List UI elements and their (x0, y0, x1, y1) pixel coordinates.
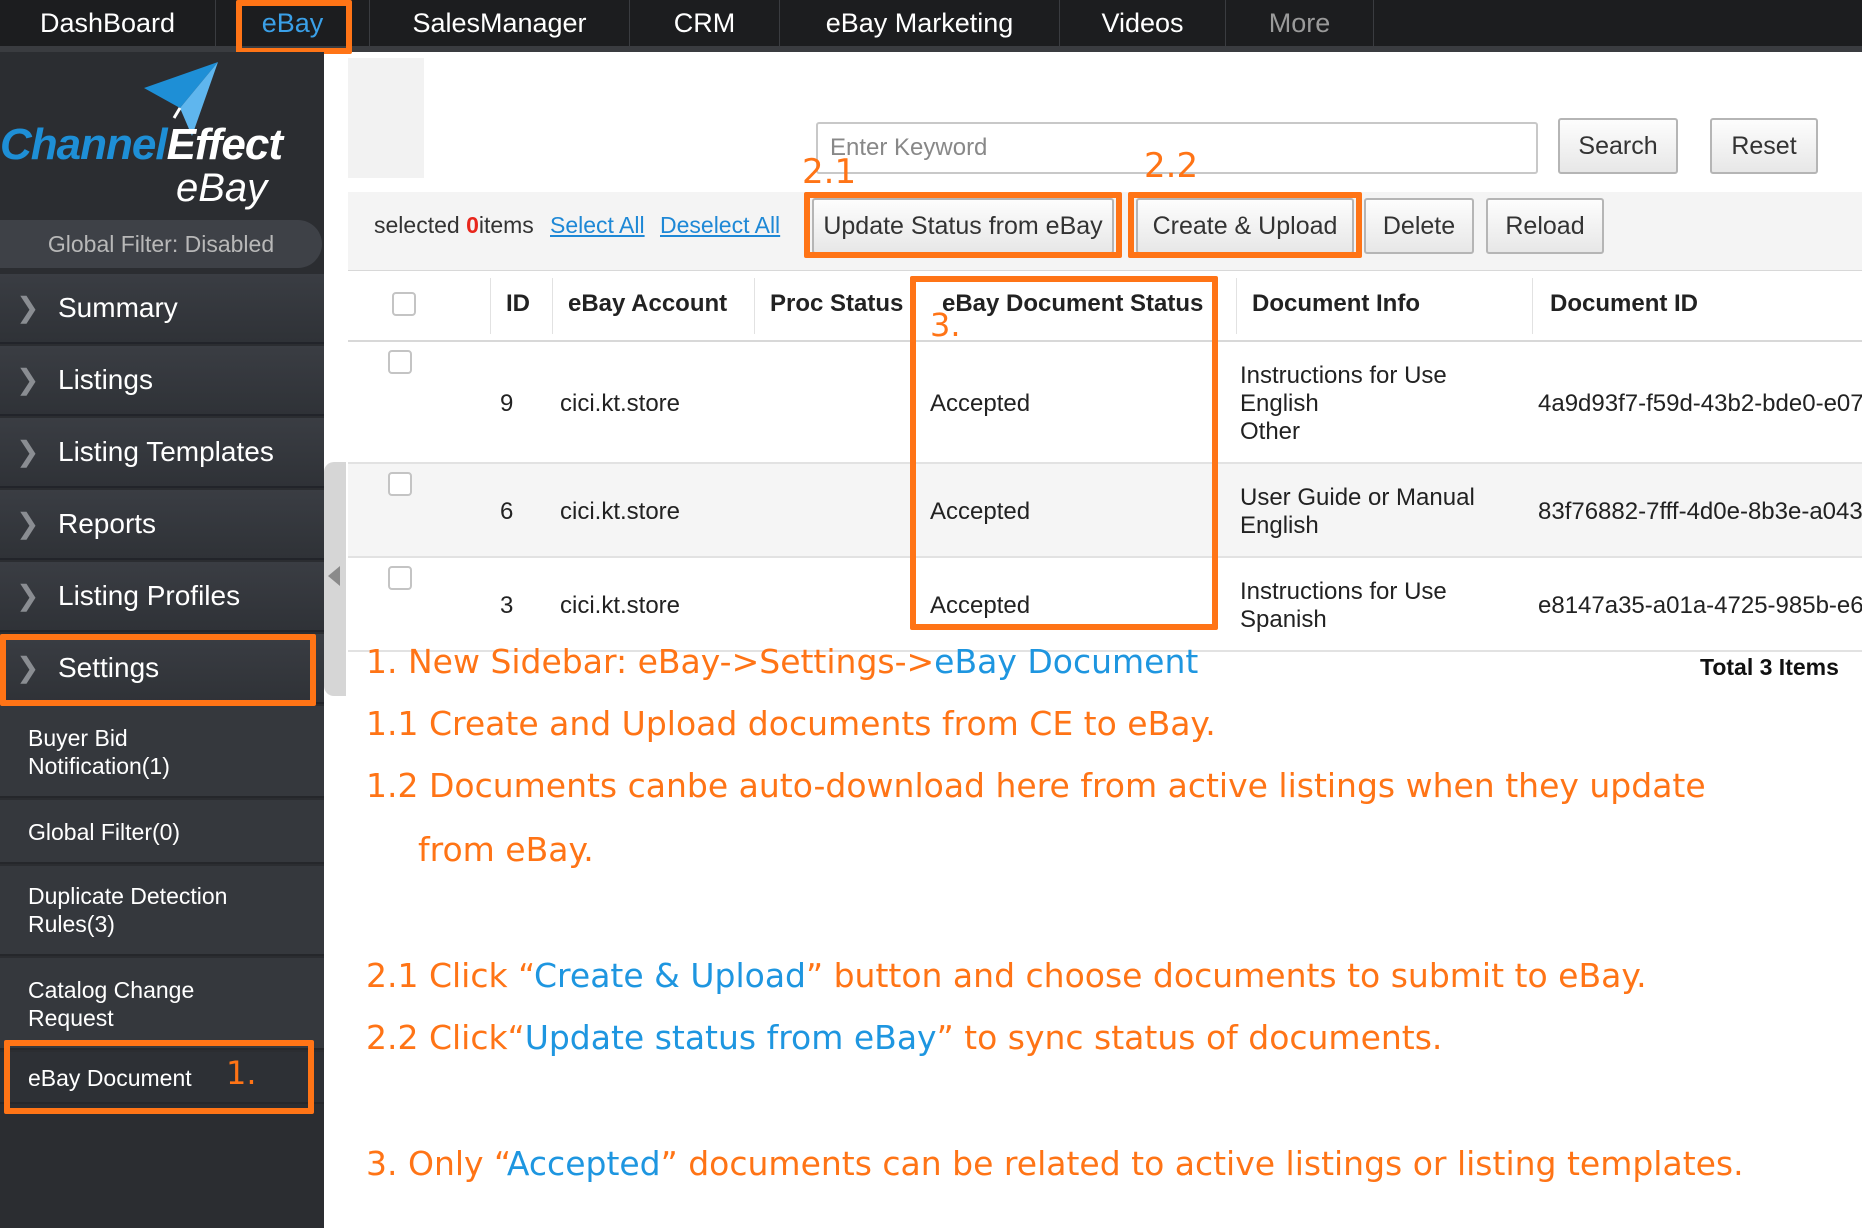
logo-brand: ChannelEffect (0, 120, 283, 169)
row-checkbox[interactable] (388, 566, 412, 590)
row-id: 3 (500, 592, 514, 619)
sidebar-subitem-catalog-change-request[interactable]: Catalog Change Request (0, 958, 324, 1050)
note-1-2-line2: from eBay. (418, 830, 594, 869)
sidebar-subitem-global-filter[interactable]: Global Filter(0) (0, 800, 324, 864)
top-nav: DashBoard eBay SalesManager CRM eBay Mar… (0, 0, 1862, 52)
row-checkbox[interactable] (388, 472, 412, 496)
note-3: 3. Only “Accepted” documents can be rela… (366, 1144, 1744, 1183)
row-info-line: Instructions for Use (1240, 578, 1447, 605)
chevron-right-icon: ❯ (16, 508, 40, 539)
sidebar-subitem-ebay-document[interactable]: eBay Document (0, 1052, 324, 1104)
row-info-line: English (1240, 390, 1319, 417)
nav-more[interactable]: More (1226, 0, 1374, 46)
global-filter-status[interactable]: Global Filter: Disabled (0, 220, 322, 268)
note-2-2: 2.2 Click“Update status from eBay” to sy… (366, 1018, 1443, 1057)
note-1: 1. New Sidebar: eBay->Settings->eBay Doc… (366, 642, 1199, 681)
sidebar-item-listings[interactable]: ❯ Listings (0, 346, 324, 416)
row-doc-status: Accepted (930, 498, 1031, 525)
logo-sub: eBay (176, 166, 268, 210)
chevron-right-icon: ❯ (16, 436, 40, 467)
create-upload-button[interactable]: Create & Upload (1136, 198, 1354, 254)
nav-salesmanager[interactable]: SalesManager (370, 0, 630, 46)
collapse-arrow-icon (328, 566, 340, 586)
nav-crm[interactable]: CRM (630, 0, 780, 46)
row-id: 6 (500, 498, 514, 525)
note-2-1: 2.1 Click “Create & Upload” button and c… (366, 956, 1647, 995)
note-1-1: 1.1 Create and Upload documents from CE … (366, 704, 1216, 743)
nav-videos[interactable]: Videos (1060, 0, 1226, 46)
note-1-2-line1: 1.2 Documents canbe auto-download here f… (366, 766, 1706, 805)
filter-panel (348, 58, 424, 178)
row-info-line: Other (1240, 418, 1301, 445)
chevron-right-icon: ❯ (16, 652, 40, 683)
row-doc-status: Accepted (930, 390, 1031, 417)
sidebar-item-listing-profiles[interactable]: ❯ Listing Profiles (0, 562, 324, 632)
row-account: cici.kt.store (560, 592, 681, 619)
deselect-all-link[interactable]: Deselect All (660, 212, 780, 239)
col-document-info[interactable]: Document Info (1252, 290, 1420, 318)
sidebar-subitem-buyer-bid-notification[interactable]: Buyer Bid Notification(1) (0, 706, 324, 798)
sidebar-subitem-duplicate-detection-rules[interactable]: Duplicate Detection Rules(3) (0, 866, 324, 956)
step-3-label: 3. (930, 306, 961, 344)
search-button[interactable]: Search (1558, 118, 1678, 174)
update-status-button[interactable]: Update Status from eBay (812, 198, 1114, 254)
row-checkbox[interactable] (388, 350, 412, 374)
col-document-id[interactable]: Document ID (1550, 290, 1698, 318)
selected-count-text: selected 0items (374, 212, 534, 238)
step-1-label: 1. (226, 1054, 257, 1092)
chevron-right-icon: ❯ (16, 364, 40, 395)
chevron-right-icon: ❯ (16, 580, 40, 611)
sidebar-item-settings[interactable]: ❯ Settings (0, 634, 324, 704)
sidebar-item-reports[interactable]: ❯ Reports (0, 490, 324, 560)
col-proc-status[interactable]: Proc Status (770, 290, 903, 318)
chevron-right-icon: ❯ (16, 292, 40, 323)
row-doc-id: e8147a35-a01a-4725-985b-e6 (1538, 592, 1862, 619)
row-info-line: Instructions for Use (1240, 362, 1447, 389)
select-all-link[interactable]: Select All (550, 212, 645, 239)
row-doc-status: Accepted (930, 592, 1031, 619)
col-ebay-document-status[interactable]: eBay Document Status (942, 290, 1203, 318)
row-account: cici.kt.store (560, 498, 681, 525)
row-doc-id: 83f76882-7fff-4d0e-8b3e-a043 (1538, 498, 1862, 525)
delete-button[interactable]: Delete (1364, 198, 1474, 254)
sidebar-item-summary[interactable]: ❯ Summary (0, 274, 324, 344)
col-ebay-account[interactable]: eBay Account (568, 290, 727, 318)
row-info-line: English (1240, 512, 1319, 539)
row-info-line: User Guide or Manual (1240, 484, 1475, 511)
row-id: 9 (500, 390, 514, 417)
row-account: cici.kt.store (560, 390, 681, 417)
total-items: Total 3 Items (1700, 654, 1839, 680)
step-2-2-label: 2.2 (1144, 146, 1199, 186)
reload-button[interactable]: Reload (1486, 198, 1604, 254)
nav-ebay-marketing[interactable]: eBay Marketing (780, 0, 1060, 46)
sidebar-item-listing-templates[interactable]: ❯ Listing Templates (0, 418, 324, 488)
nav-dashboard[interactable]: DashBoard (0, 0, 216, 46)
row-doc-id: 4a9d93f7-f59d-43b2-bde0-e07 (1538, 390, 1862, 417)
col-id[interactable]: ID (506, 290, 530, 318)
sidebar-collapse-handle[interactable] (324, 462, 346, 696)
select-all-checkbox[interactable] (392, 292, 416, 316)
step-2-1-label: 2.1 (802, 152, 857, 192)
reset-button[interactable]: Reset (1710, 118, 1818, 174)
row-info-line: Spanish (1240, 606, 1327, 633)
logo: ChannelEffect eBay (0, 52, 324, 222)
nav-ebay[interactable]: eBay (216, 0, 370, 46)
